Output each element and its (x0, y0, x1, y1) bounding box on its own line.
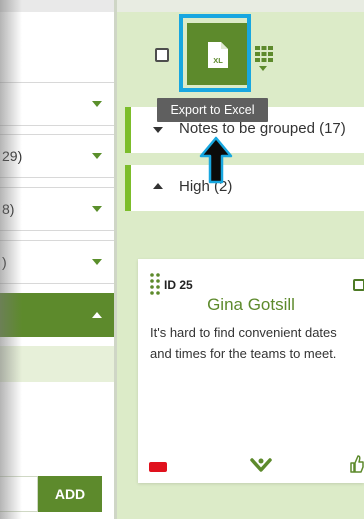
note-card[interactable]: ID 25 Gina Gotsill It's hard to find con… (138, 259, 364, 483)
collapse-toggle-icon[interactable] (153, 127, 163, 133)
chevron-down-icon[interactable] (92, 206, 102, 212)
left-top-bar (0, 0, 114, 12)
chevron-up-icon[interactable] (92, 312, 102, 318)
left-header-area (0, 12, 114, 82)
vote-icon[interactable] (250, 457, 272, 473)
group-high[interactable]: High (2) (125, 165, 364, 211)
priority-flag[interactable] (149, 462, 167, 472)
excel-file-icon: XL (208, 42, 228, 68)
dropdown-row-4[interactable]: ) (0, 240, 114, 284)
excel-icon-text: XL (213, 56, 223, 65)
selected-option-row[interactable] (0, 346, 114, 382)
chevron-down-icon[interactable] (92, 101, 102, 107)
export-tooltip: Export to Excel (157, 98, 268, 122)
chevron-down-icon[interactable] (92, 259, 102, 265)
chevron-down-icon[interactable] (259, 66, 267, 71)
thumbs-up-icon[interactable] (350, 455, 364, 473)
select-all-checkbox[interactable] (155, 48, 169, 62)
grouping-panel: XL Notes to be grouped (17) High (2) Exp… (117, 0, 364, 519)
expand-toggle-icon[interactable] (153, 183, 163, 189)
grid-view-icon[interactable] (255, 46, 273, 62)
dropdown-row-active[interactable] (0, 293, 114, 337)
left-panel: 29) 8) ) ADD (0, 0, 114, 519)
pointer-arrow-icon (199, 136, 233, 184)
chevron-down-icon[interactable] (92, 153, 102, 159)
dropdown-value: 29) (2, 148, 23, 164)
note-text: It's hard to find convenient dates and t… (150, 325, 337, 361)
add-button[interactable]: ADD (38, 476, 102, 512)
note-author: Gina Gotsill (207, 295, 295, 314)
dropdown-row-3[interactable]: 8) (0, 187, 114, 231)
export-excel-button[interactable]: XL (187, 23, 247, 85)
note-id: ID 25 (164, 278, 193, 292)
dropdown-value: 8) (2, 201, 15, 217)
note-checkbox[interactable] (353, 279, 364, 291)
add-input[interactable] (0, 476, 38, 512)
dropdown-row-1[interactable] (0, 82, 114, 126)
dropdown-row-2[interactable]: 29) (0, 134, 114, 178)
group-label: Notes to be grouped (17) (179, 120, 346, 137)
drag-handle-icon[interactable] (150, 273, 160, 295)
dropdown-value: ) (2, 254, 7, 270)
right-top-bar (117, 0, 364, 12)
